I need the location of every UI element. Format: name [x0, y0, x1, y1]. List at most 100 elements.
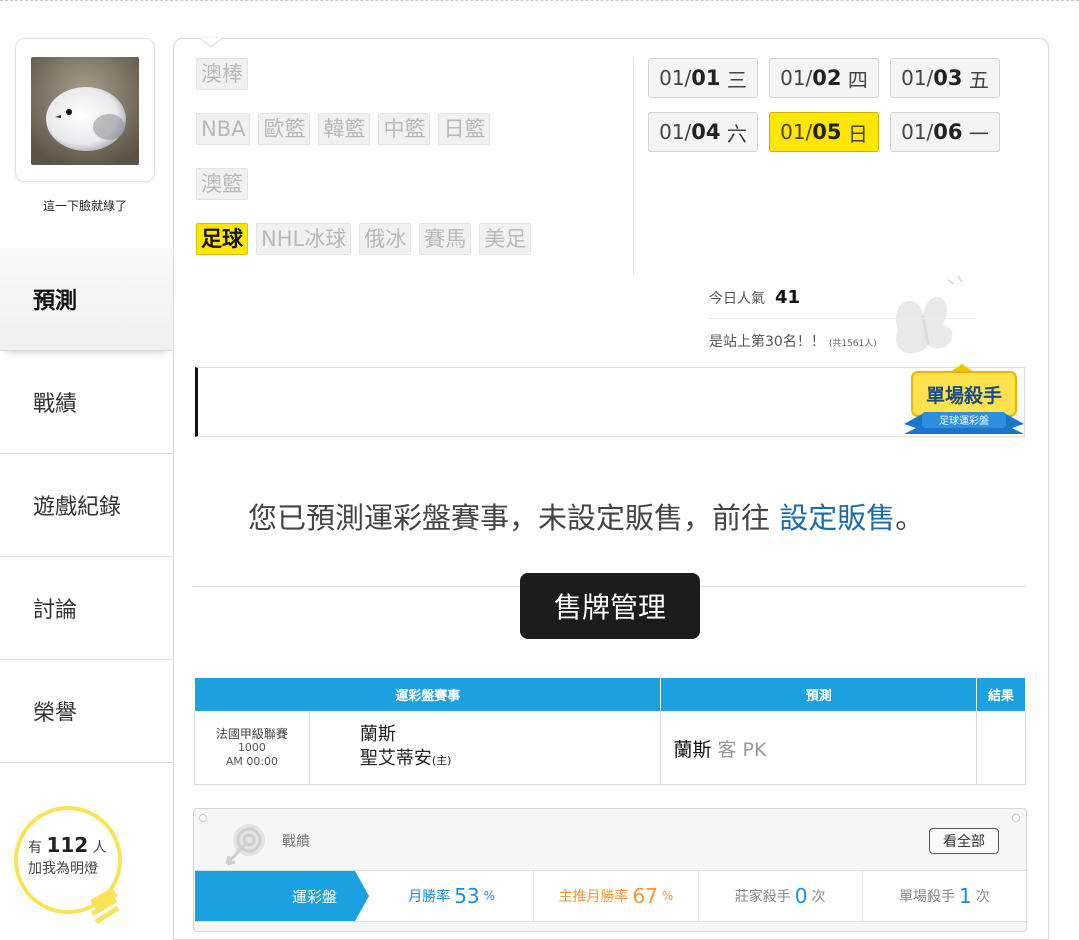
rank-text: 是站上第30名！！: [709, 334, 825, 350]
tab-sports-lottery[interactable]: 運彩盤: [195, 871, 369, 921]
add-as-lamp-link[interactable]: 加我為明燈: [28, 858, 98, 878]
see-all-button[interactable]: 看全部: [929, 828, 999, 854]
sport-tab-au-baseball[interactable]: 澳棒: [196, 58, 248, 90]
game-number: 1000: [237, 741, 266, 754]
fans-number: 112: [46, 833, 89, 857]
stat-unit: 次: [975, 889, 990, 905]
target-icon: [225, 824, 265, 866]
date-weekday: 一: [968, 121, 989, 146]
stat-featured-win-rate: 主推月勝率 67%: [533, 871, 697, 921]
date-button-selected[interactable]: 01/05 日: [769, 112, 879, 152]
today-popularity: 今日人氣 41: [709, 287, 800, 308]
date-month: 01/: [659, 120, 692, 144]
date-button[interactable]: 01/02 四: [769, 58, 879, 98]
nav-item-discussion[interactable]: 討論: [0, 557, 172, 660]
date-weekday: 三: [726, 67, 747, 92]
date-month: 01/: [901, 120, 934, 144]
single-game-killer-badge[interactable]: 單場殺手 足球運彩盤: [902, 362, 1026, 438]
stat-value: 0: [794, 884, 808, 908]
popularity-value: 41: [775, 287, 801, 308]
nav-item-honor[interactable]: 榮譽: [0, 660, 172, 763]
sport-tab-china-basketball[interactable]: 中籃: [378, 113, 431, 145]
panel-notch: [200, 38, 222, 48]
avatar-card[interactable]: [15, 38, 155, 182]
fans-prefix: 有: [28, 840, 42, 856]
stat-unit: 次: [811, 889, 826, 905]
stat-label: 單場殺手: [899, 889, 955, 905]
table-row: 法國甲級聯賽 1000 AM 00:00 蘭斯 聖艾蒂安(主) 蘭斯 客 PK: [194, 711, 1026, 785]
stat-value: 67: [632, 884, 658, 908]
stat-banker-killer: 莊家殺手 0 次: [697, 871, 862, 921]
nav-item-record[interactable]: 戰績: [0, 351, 172, 454]
notice-text: 您已預測運彩盤賽事，未設定販售，前往: [248, 501, 780, 535]
date-month: 01/: [659, 66, 692, 90]
date-day: 03: [933, 66, 963, 90]
stat-monthly-win-rate: 月勝率 53%: [355, 871, 533, 921]
sport-tab-japan-basketball[interactable]: 日籃: [438, 113, 491, 145]
popularity-label: 今日人氣: [709, 291, 765, 307]
popularity-divider: [708, 318, 976, 319]
date-month: 01/: [780, 66, 813, 90]
prediction-cell: 蘭斯 客 PK: [660, 711, 978, 785]
rank-total: (共1561人): [828, 339, 877, 349]
date-day: 05: [812, 120, 842, 144]
sport-tab-korea-basketball[interactable]: 韓籃: [318, 113, 371, 145]
sport-tab-euro-basketball[interactable]: 歐籃: [258, 113, 311, 145]
date-selector: 01/01 三 01/02 四 01/03 五 01/04 六 01/05 日 …: [648, 58, 1000, 152]
sport-tab-horse-racing[interactable]: 賽馬: [419, 223, 472, 255]
site-rank: 是站上第30名！！ (共1561人): [709, 331, 877, 351]
stat-label: 主推月勝率: [558, 889, 629, 905]
date-day: 01: [691, 66, 721, 90]
achievement-box: [195, 367, 1025, 437]
butterfly-icon: [895, 275, 963, 354]
table-header-row: 運彩盤賽事 預測 結果: [193, 677, 1026, 712]
date-day: 02: [812, 66, 842, 90]
league-name: 法國甲級聯賽: [215, 727, 288, 741]
date-button[interactable]: 01/01 三: [648, 58, 758, 98]
header-game: 運彩盤賽事: [193, 677, 662, 712]
stat-unit: %: [483, 889, 496, 903]
stat-label: 莊家殺手: [734, 889, 791, 905]
sport-tab-nba[interactable]: NBA: [196, 113, 251, 145]
date-weekday: 四: [847, 67, 868, 92]
stat-label: 月勝率: [408, 889, 451, 905]
sale-management-button[interactable]: 售牌管理: [520, 573, 700, 639]
result-cell: [976, 711, 1026, 785]
fans-count: 有 112 人: [28, 833, 107, 857]
set-sale-link[interactable]: 設定販售: [779, 501, 895, 535]
sport-tab-nhl[interactable]: NHL冰球: [256, 223, 352, 255]
pick-team: 蘭斯: [673, 738, 712, 761]
teams-cell: 蘭斯 聖艾蒂安(主): [308, 711, 662, 785]
stats-row: 運彩盤 月勝率 53% 主推月勝率 67% 莊家殺手 0 次 單場殺手 1 次: [195, 870, 1026, 922]
corner-dot: [1012, 814, 1020, 822]
sport-tab-russian-hockey[interactable]: 俄冰: [359, 223, 412, 255]
date-weekday: 五: [968, 67, 989, 92]
sport-tab-soccer[interactable]: 足球: [196, 223, 248, 255]
top-dashed-border: [0, 0, 1079, 1]
sport-tab-american-football[interactable]: 美足: [479, 223, 532, 255]
fans-unit: 人: [92, 840, 107, 856]
vertical-divider: [633, 57, 634, 275]
sport-row-4: 足球 NHL冰球 俄冰 賽馬 美足: [196, 223, 532, 255]
stat-value: 53: [454, 884, 480, 908]
sport-tab-au-basketball[interactable]: 澳籃: [196, 168, 248, 200]
date-button[interactable]: 01/06 一: [890, 112, 1000, 152]
user-nickname: 這一下臉就綠了: [42, 199, 127, 213]
date-day: 06: [933, 120, 963, 144]
header-result: 結果: [976, 677, 1026, 712]
nav-item-predict[interactable]: 預測: [0, 248, 172, 351]
prediction-table: 運彩盤賽事 預測 結果 法國甲級聯賽 1000 AM 00:00 蘭斯 聖艾蒂安…: [193, 677, 1026, 785]
date-month: 01/: [901, 66, 934, 90]
sport-row-1: 澳棒: [196, 58, 248, 90]
date-button[interactable]: 01/04 六: [648, 112, 758, 152]
stat-single-game-killer: 單場殺手 1 次: [861, 871, 1026, 921]
left-nav: 預測 戰績 遊戲紀錄 討論 榮譽: [0, 248, 172, 763]
avatar[interactable]: [31, 57, 139, 165]
nav-item-game-log[interactable]: 遊戲紀錄: [0, 454, 172, 557]
badge-subtitle: 足球運彩盤: [939, 414, 989, 427]
stats-title: 戰績: [282, 834, 310, 850]
main-panel: [173, 38, 1049, 940]
date-button[interactable]: 01/03 五: [890, 58, 1000, 98]
stat-value: 1: [959, 884, 972, 908]
league-cell: 法國甲級聯賽 1000 AM 00:00: [194, 711, 310, 785]
